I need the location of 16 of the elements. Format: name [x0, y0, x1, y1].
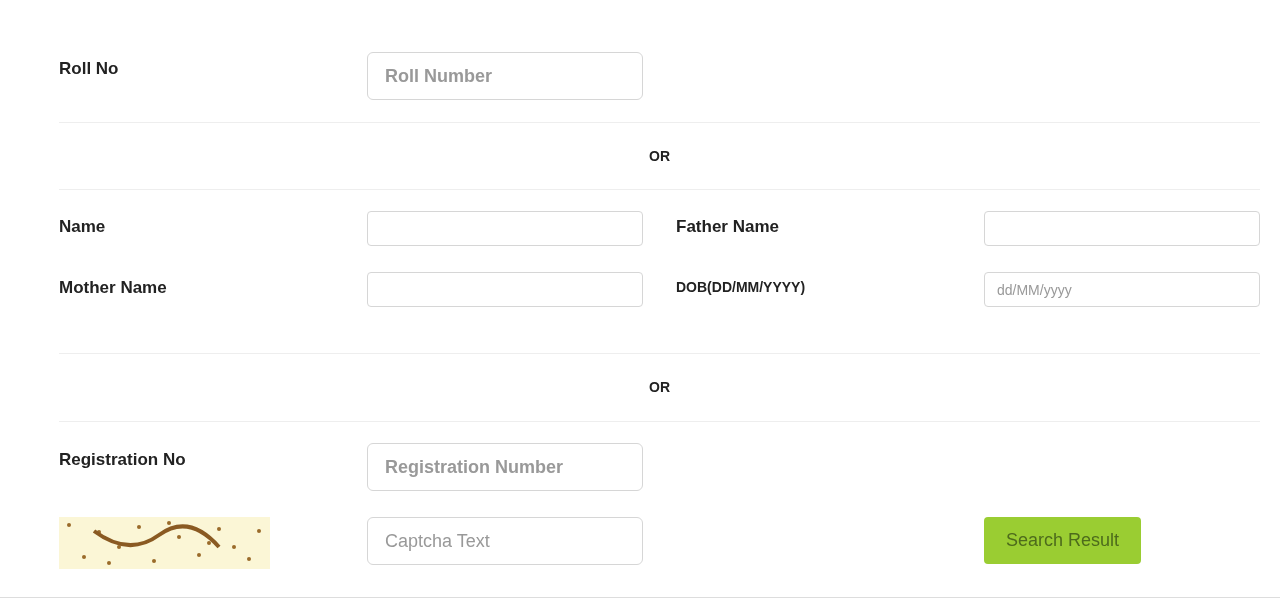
input-field[interactable]: Captcha Text	[367, 517, 643, 565]
field-label: Name	[59, 216, 107, 238]
separator-text: OR	[649, 378, 670, 397]
input-field[interactable]: Registration Number	[367, 443, 643, 491]
field-label: Registration No	[59, 449, 187, 471]
input-field[interactable]	[367, 211, 643, 246]
field-label: Mother Name	[59, 277, 168, 299]
search-result-button[interactable]: Search Result	[984, 517, 1141, 564]
input-field[interactable]	[984, 211, 1260, 246]
field-label: DOB(DD/MM/YYYY)	[676, 278, 807, 297]
input-field[interactable]: dd/MM/yyyy	[984, 272, 1260, 307]
input-field[interactable]	[367, 272, 643, 307]
separator-text: OR	[649, 146, 670, 166]
field-label: Father Name	[676, 216, 780, 238]
input-field[interactable]: Roll Number	[367, 52, 643, 100]
field-label: Roll No	[59, 58, 120, 80]
